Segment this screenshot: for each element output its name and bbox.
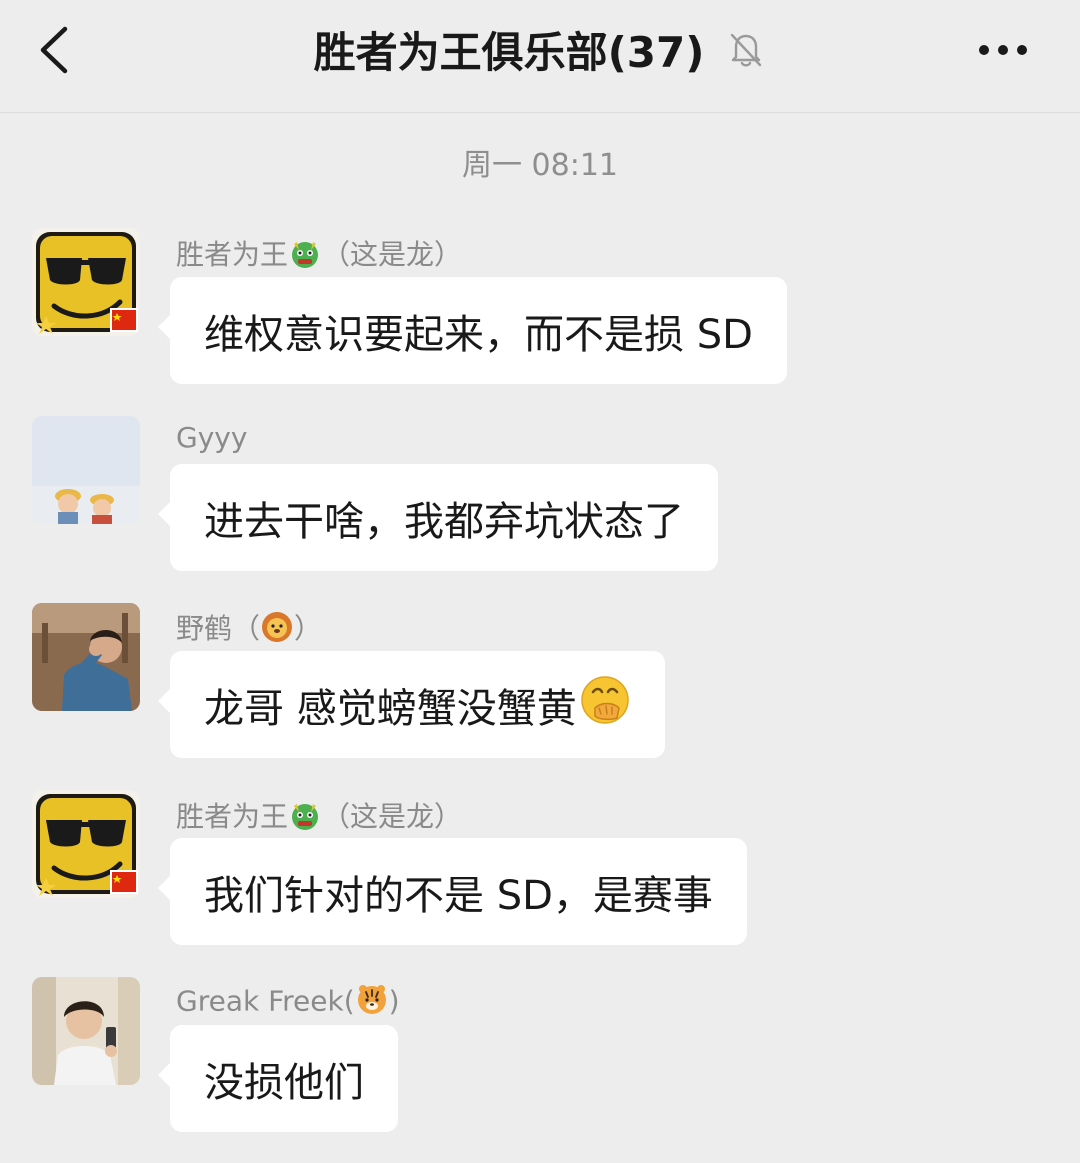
message-text: 维权意识要起来，而不是损 SD bbox=[204, 311, 753, 358]
message-bubble[interactable]: 我们针对的不是 SD，是赛事 bbox=[158, 838, 747, 945]
man-blue-shirt-photo-avatar[interactable] bbox=[32, 603, 140, 711]
sender-name: Gyyy bbox=[176, 421, 247, 454]
sender-name-text: Greak Freek( bbox=[176, 984, 355, 1018]
chat-title-wrap: 胜者为王俱乐部(37) bbox=[0, 18, 1080, 80]
sender-suffix: （这是龙） bbox=[322, 800, 463, 833]
sender-name: 胜者为王 （这是龙） bbox=[176, 795, 462, 839]
message-text: 进去干啥，我都弃坑状态了 bbox=[204, 498, 684, 545]
chat-header: 胜者为王俱乐部(37) bbox=[0, 0, 1080, 113]
message-bubble[interactable]: 没损他们 bbox=[158, 1025, 398, 1132]
message-text: 我们针对的不是 SD，是赛事 bbox=[204, 872, 713, 919]
sender-name-text: 野鹤（ bbox=[176, 612, 261, 645]
sender-name: Greak Freek( ) bbox=[176, 982, 400, 1023]
sunglasses-emoji-avatar[interactable] bbox=[32, 228, 140, 336]
message-bubble[interactable]: 龙哥 感觉螃蟹没蟹黄 bbox=[158, 651, 665, 758]
tiger-emoji-icon bbox=[355, 982, 389, 1023]
dragon-emoji-icon bbox=[288, 798, 322, 839]
more-button[interactable] bbox=[968, 22, 1038, 78]
chat-title[interactable]: 胜者为王俱乐部(37) bbox=[314, 19, 705, 80]
sender-name-text: Gyyy bbox=[176, 421, 248, 454]
sender-name: 胜者为王 （这是龙） bbox=[176, 233, 462, 277]
message-timestamp: 周一 08:11 bbox=[462, 148, 618, 183]
message-text: 没损他们 bbox=[204, 1059, 364, 1106]
sender-suffix: （这是龙） bbox=[322, 238, 463, 271]
young-man-selfie-photo-avatar[interactable] bbox=[32, 977, 140, 1085]
sunglasses-emoji-avatar[interactable] bbox=[32, 790, 140, 898]
more-dots-icon bbox=[979, 45, 1027, 55]
sender-suffix: ） bbox=[294, 612, 323, 645]
sender-name: 野鹤（ ） bbox=[176, 607, 322, 651]
bell-off-icon bbox=[726, 29, 766, 69]
face-hand-over-mouth-icon bbox=[579, 674, 631, 736]
lion-emoji-icon bbox=[260, 610, 294, 651]
sender-suffix: ) bbox=[388, 984, 400, 1018]
sender-name-text: 胜者为王 bbox=[176, 238, 289, 271]
message-text: 龙哥 感觉螃蟹没蟹黄 bbox=[204, 685, 577, 732]
sender-name-text: 胜者为王 bbox=[176, 800, 289, 833]
message-bubble[interactable]: 维权意识要起来，而不是损 SD bbox=[158, 277, 787, 384]
message-bubble[interactable]: 进去干啥，我都弃坑状态了 bbox=[158, 464, 718, 571]
two-kids-photo-avatar[interactable] bbox=[32, 416, 140, 524]
dragon-emoji-icon bbox=[288, 236, 322, 277]
